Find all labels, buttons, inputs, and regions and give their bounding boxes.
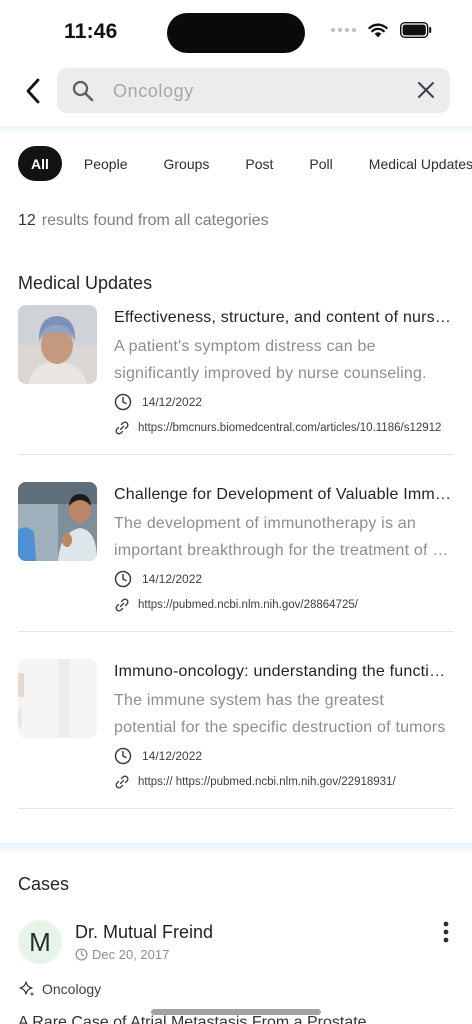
filter-chip-people[interactable]: People — [70, 146, 142, 181]
article-thumbnail — [18, 305, 97, 384]
search-bar — [57, 68, 450, 113]
section-title-cases: Cases — [18, 874, 70, 894]
wifi-icon — [368, 23, 388, 37]
article-description: The development of immunotherapy is an i… — [114, 515, 454, 559]
post-date: Dec 20, 2017 — [92, 947, 170, 962]
article-link-row: https:// https://pubmed.ncbi.nlm.nih.gov… — [114, 774, 454, 790]
link-icon — [115, 421, 129, 435]
close-icon[interactable] — [416, 80, 436, 100]
article-date-row: 14/12/2022 — [114, 747, 202, 765]
filter-chip-poll[interactable]: Poll — [295, 146, 346, 181]
medical-update-item[interactable]: Challenge for Development of Valuable Im… — [18, 482, 454, 632]
more-vertical-icon[interactable] — [440, 920, 452, 944]
status-bar: 11:46 — [0, 0, 472, 62]
article-date: 14/12/2022 — [142, 749, 203, 763]
filter-chip-post[interactable]: Post — [231, 146, 287, 181]
article-link[interactable]: https:// https://pubmed.ncbi.nlm.nih.gov… — [138, 776, 454, 788]
battery-icon — [400, 22, 432, 38]
article-link-row: https://pubmed.ncbi.nlm.nih.gov/28864725… — [114, 597, 454, 613]
dynamic-island — [167, 13, 305, 53]
search-icon — [72, 80, 94, 102]
article-date-row: 14/12/2022 — [114, 570, 202, 588]
article-date-row: 14/12/2022 — [114, 393, 202, 411]
filter-chip-groups[interactable]: Groups — [149, 146, 223, 181]
article-link[interactable]: https://bmcnurs.biomedcentral.com/articl… — [138, 422, 454, 434]
chevron-left-icon — [26, 78, 40, 104]
post-date-row: Dec 20, 2017 — [75, 947, 169, 962]
results-count: 12 — [18, 212, 36, 229]
sparkle-icon — [19, 981, 35, 997]
results-text: results found from all categories — [41, 212, 269, 229]
article-thumbnail — [18, 659, 97, 738]
cellular-signal-icon — [331, 28, 356, 32]
avatar[interactable]: M — [18, 920, 62, 964]
clock-icon — [114, 570, 132, 588]
search-input[interactable] — [113, 77, 403, 105]
clock-icon — [114, 393, 132, 411]
case-tag-label: Oncology — [42, 981, 102, 997]
medical-update-item[interactable]: Effectiveness, structure, and content of… — [18, 305, 454, 455]
article-title: Immuno-oncology: understanding the funct… — [114, 663, 454, 680]
medical-update-item[interactable]: Immuno-oncology: understanding the funct… — [18, 659, 454, 809]
case-tag[interactable]: Oncology — [18, 980, 101, 998]
link-icon — [115, 598, 129, 612]
article-description: A patient's symptom distress can be sign… — [114, 338, 427, 382]
article-link-row: https://bmcnurs.biomedcentral.com/articl… — [114, 420, 454, 436]
article-thumbnail — [18, 482, 97, 561]
section-divider — [0, 843, 472, 852]
clock-icon — [114, 747, 132, 765]
filter-tabs: All People Groups Post Poll Medical Upda… — [18, 146, 472, 181]
link-icon — [115, 775, 129, 789]
status-time: 11:46 — [64, 20, 118, 43]
status-icons — [331, 22, 432, 38]
clock-icon — [75, 948, 88, 961]
home-indicator[interactable] — [151, 1009, 321, 1015]
article-title: Effectiveness, structure, and content of… — [114, 309, 454, 326]
search-header — [0, 62, 472, 126]
section-title-medical-updates: Medical Updates — [18, 273, 153, 293]
results-summary: 12 results found from all categories — [18, 212, 269, 230]
section-divider — [0, 126, 472, 132]
article-title: Challenge for Development of Valuable Im… — [114, 486, 454, 503]
filter-chip-all[interactable]: All — [18, 146, 62, 181]
article-description: The immune system has the greatest poten… — [114, 692, 446, 736]
back-button[interactable] — [18, 76, 48, 106]
author-name[interactable]: Dr. Mutual Freind — [75, 922, 213, 943]
filter-chip-medical-updates[interactable]: Medical Updates — [355, 146, 472, 181]
article-date: 14/12/2022 — [142, 395, 203, 409]
article-link[interactable]: https://pubmed.ncbi.nlm.nih.gov/28864725… — [138, 599, 454, 611]
case-title: A Rare Case of Atrial Metastasis From a … — [18, 1014, 367, 1024]
article-date: 14/12/2022 — [142, 572, 203, 586]
